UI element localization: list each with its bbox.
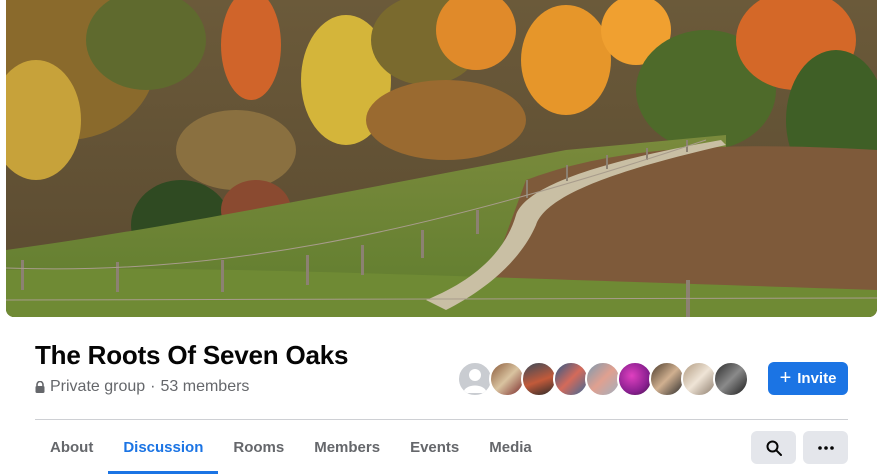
avatar[interactable] — [585, 361, 621, 397]
avatar[interactable] — [457, 361, 493, 397]
search-icon — [766, 440, 782, 456]
cover-photo[interactable] — [6, 0, 877, 317]
plus-icon: + — [779, 366, 792, 389]
avatar[interactable] — [489, 361, 525, 397]
tab-events[interactable]: Events — [395, 420, 474, 474]
privacy-label[interactable]: Private group — [50, 378, 145, 396]
group-title[interactable]: The Roots Of Seven Oaks — [35, 340, 348, 371]
member-count[interactable]: 53 members — [161, 378, 250, 396]
tab-about[interactable]: About — [35, 420, 108, 474]
avatar[interactable] — [617, 361, 653, 397]
more-options-button[interactable] — [803, 431, 848, 464]
invite-label: Invite — [797, 370, 837, 387]
avatar[interactable] — [681, 361, 717, 397]
avatar[interactable] — [521, 361, 557, 397]
tab-media[interactable]: Media — [474, 420, 547, 474]
tab-discussion[interactable]: Discussion — [108, 420, 219, 474]
invite-button[interactable]: + Invite — [768, 362, 848, 395]
group-meta: Private group · 53 members — [35, 378, 249, 396]
avatar[interactable] — [713, 361, 749, 397]
avatar[interactable] — [553, 361, 589, 397]
group-tabs: About Discussion Rooms Members Events Me… — [35, 420, 547, 474]
member-avatars[interactable] — [457, 361, 749, 397]
tab-members[interactable]: Members — [299, 420, 395, 474]
tab-rooms[interactable]: Rooms — [218, 420, 299, 474]
lock-icon — [35, 381, 45, 393]
meta-separator: · — [150, 378, 156, 395]
search-button[interactable] — [751, 431, 796, 464]
avatar[interactable] — [649, 361, 685, 397]
more-horizontal-icon — [817, 445, 834, 450]
